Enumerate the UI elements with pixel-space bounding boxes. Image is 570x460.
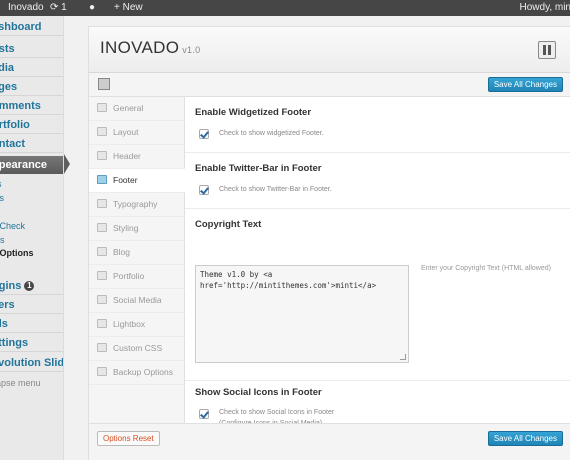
copyright-hint: Enter your Copyright Text (HTML allowed) bbox=[421, 265, 551, 272]
collapse-menu[interactable]: llapse menu bbox=[0, 378, 41, 388]
options-content: Enable Widgetized Footer Check to show w… bbox=[185, 97, 570, 445]
sidebar-sub-themes[interactable]: es bbox=[0, 179, 2, 189]
sidebar-sub-widgets[interactable]: ets bbox=[0, 193, 4, 203]
tab-lightbox[interactable]: Lightbox bbox=[89, 313, 185, 337]
sidebar-item-tools[interactable]: ols bbox=[0, 315, 63, 333]
widgetized-footer-checkbox[interactable] bbox=[199, 129, 209, 139]
sidebar-item-plugins[interactable]: ugins 1 bbox=[0, 277, 63, 295]
admin-bar: Inovado ⟳ 1 ● + New Howdy, min bbox=[0, 0, 570, 16]
new-content-link[interactable]: + New bbox=[114, 2, 143, 13]
save-all-button-top[interactable]: Save All Changes bbox=[487, 77, 563, 92]
tab-blog[interactable]: Blog bbox=[89, 241, 185, 265]
typography-icon bbox=[97, 199, 107, 208]
section-desc: Check to show widgetized Footer. bbox=[219, 130, 324, 137]
comments-icon[interactable]: ● bbox=[89, 2, 95, 13]
sidebar-sub-theme-check[interactable]: e Check bbox=[0, 221, 25, 231]
sidebar-item-appearance[interactable]: ppearance bbox=[0, 156, 63, 174]
panel-footer: Options Reset Save All Changes bbox=[89, 423, 570, 460]
plugins-update-badge: 1 bbox=[24, 281, 35, 292]
panel-header: INOVADO v1.0 bbox=[89, 27, 570, 73]
options-menu: General Layout Header Footer Typography … bbox=[89, 97, 186, 423]
sidebar-item-settings[interactable]: ettings bbox=[0, 334, 63, 352]
sidebar-item-comments[interactable]: omments bbox=[0, 97, 63, 115]
sidebar-item-pages[interactable]: ages bbox=[0, 78, 63, 96]
section-title: Enable Widgetized Footer bbox=[195, 107, 312, 118]
section-widgetized-footer: Enable Widgetized Footer Check to show w… bbox=[185, 97, 570, 153]
tab-typography[interactable]: Typography bbox=[89, 193, 185, 217]
sidebar-item-contact[interactable]: ontact bbox=[0, 135, 63, 153]
portfolio-icon bbox=[97, 271, 107, 280]
resize-handle[interactable] bbox=[400, 354, 406, 360]
social-icon bbox=[97, 295, 107, 304]
lightbox-icon bbox=[97, 319, 107, 328]
tab-header[interactable]: Header bbox=[89, 145, 185, 169]
palette-icon bbox=[97, 223, 107, 232]
section-twitter-bar: Enable Twitter-Bar in Footer Check to sh… bbox=[185, 153, 570, 209]
sidebar-item-media[interactable]: edia bbox=[0, 59, 63, 77]
social-icons-checkbox[interactable] bbox=[199, 409, 209, 419]
tab-layout[interactable]: Layout bbox=[89, 121, 185, 145]
copyright-textarea[interactable]: Theme v1.0 by <a href='http://mintitheme… bbox=[195, 265, 409, 363]
page-title: INOVADO v1.0 bbox=[100, 38, 201, 57]
header-icon bbox=[97, 151, 107, 160]
active-menu-arrow bbox=[64, 154, 70, 174]
layout-icon bbox=[97, 127, 107, 136]
tab-portfolio[interactable]: Portfolio bbox=[89, 265, 185, 289]
sidebar-item-portfolio[interactable]: ortfolio bbox=[0, 116, 63, 134]
section-desc: Check to show Social Icons in Footer bbox=[219, 409, 335, 416]
twitter-bar-checkbox[interactable] bbox=[199, 185, 209, 195]
updates-link[interactable]: ⟳ 1 bbox=[50, 2, 67, 13]
sidebar-item-posts[interactable]: osts bbox=[0, 40, 63, 58]
tab-styling[interactable]: Styling bbox=[89, 217, 185, 241]
tab-footer[interactable]: Footer bbox=[89, 169, 186, 193]
section-title: Enable Twitter-Bar in Footer bbox=[195, 163, 322, 174]
sidebar-item-revolution-slider[interactable]: evolution Slider bbox=[0, 354, 63, 372]
updates-count: 1 bbox=[61, 2, 67, 13]
section-desc: Check to show Twitter-Bar in Footer. bbox=[219, 186, 332, 193]
site-name-link[interactable]: Inovado bbox=[8, 2, 44, 13]
admin-sidebar: ashboard osts edia ages omments ortfolio… bbox=[0, 16, 64, 460]
tab-general[interactable]: General bbox=[89, 97, 185, 121]
section-title: Show Social Icons in Footer bbox=[195, 387, 322, 398]
section-title: Copyright Text bbox=[195, 219, 262, 230]
footer-icon bbox=[97, 175, 107, 184]
save-all-button-bottom[interactable]: Save All Changes bbox=[487, 431, 563, 446]
user-greeting[interactable]: Howdy, min bbox=[520, 2, 570, 13]
pencil-icon bbox=[97, 247, 107, 256]
tab-backup-options[interactable]: Backup Options bbox=[89, 361, 185, 385]
refresh-icon: ⟳ bbox=[50, 2, 59, 13]
expand-icon[interactable] bbox=[98, 78, 110, 90]
version-label: v1.0 bbox=[182, 45, 201, 55]
options-reset-button[interactable]: Options Reset bbox=[97, 431, 160, 446]
backup-icon bbox=[97, 367, 107, 376]
css-icon bbox=[97, 343, 107, 352]
sidebar-item-dashboard[interactable]: ashboard bbox=[0, 18, 63, 36]
panel-toolbar: Save All Changes bbox=[89, 73, 570, 97]
sidebar-sub-sidebars[interactable]: ars bbox=[0, 235, 5, 245]
tools-icon[interactable] bbox=[538, 41, 556, 59]
sidebar-item-users[interactable]: sers bbox=[0, 296, 63, 314]
tab-custom-css[interactable]: Custom CSS bbox=[89, 337, 185, 361]
options-panel: INOVADO v1.0 Save All Changes General Lay… bbox=[88, 26, 570, 460]
tab-social-media[interactable]: Social Media bbox=[89, 289, 185, 313]
sidebar-sub-theme-options[interactable]: e Options bbox=[0, 248, 34, 258]
gear-icon bbox=[97, 103, 107, 112]
